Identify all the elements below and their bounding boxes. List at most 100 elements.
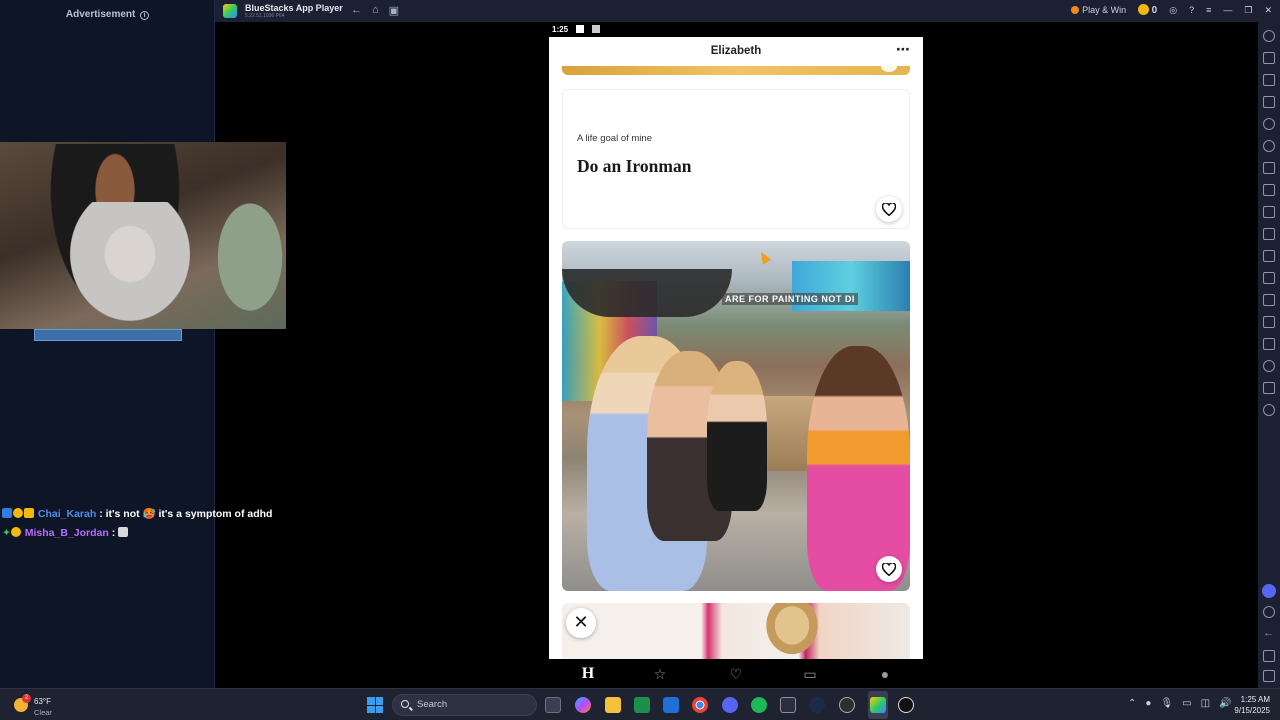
screenshot-icon[interactable] — [1263, 206, 1275, 218]
coin-counter[interactable]: 0 — [1138, 4, 1157, 16]
layers-icon[interactable] — [1263, 382, 1275, 394]
play-win-label: Play & Win — [1082, 5, 1127, 15]
bluestacks-titlebar: BlueStacks App Player 5.22.51.1036 P64 ←… — [215, 0, 1280, 22]
record-icon[interactable] — [1263, 228, 1275, 240]
screen: Advertisement i Chai_Karah : it's not 🥵 … — [0, 0, 1280, 720]
overlay-blue-bar — [34, 329, 182, 341]
android-status-bar: 1:25 — [549, 22, 923, 37]
start-button[interactable] — [367, 697, 383, 713]
media-player-icon[interactable] — [898, 697, 914, 713]
profile-photo-partial — [562, 60, 910, 75]
back-arrow-icon[interactable]: ← — [351, 4, 362, 17]
volume-icon[interactable] — [1263, 52, 1275, 64]
chat-message: Chai_Karah : it's not 🥵 it's a symptom o… — [2, 507, 292, 526]
chat-username: Misha_B_Jordan — [24, 527, 109, 539]
heart-icon — [882, 203, 896, 216]
xbox-icon[interactable] — [634, 697, 650, 713]
multi-instance-sidebar-icon[interactable] — [1263, 250, 1275, 262]
clock-time: 1:25 AM — [1240, 695, 1270, 704]
tray-app-icon[interactable]: ● — [1145, 698, 1151, 709]
photo-umbrella — [562, 269, 732, 317]
network-icon[interactable]: ◫ — [1201, 698, 1210, 709]
sync-icon[interactable] — [1263, 140, 1275, 152]
sidebar-expand-icon[interactable] — [1263, 30, 1275, 42]
like-photo-button[interactable] — [876, 556, 902, 582]
home-icon[interactable]: ⌂ — [372, 4, 379, 17]
play-win-button[interactable]: Play & Win — [1071, 5, 1126, 15]
app-version: 5.22.51.1036 P64 — [245, 13, 285, 19]
settings-gear-icon[interactable] — [1263, 606, 1275, 618]
minimize-icon[interactable]: — — [1223, 5, 1232, 15]
titlebar-nav: ← ⌂ ▣ — [351, 4, 399, 17]
chrome-icon[interactable] — [692, 697, 708, 713]
nav-messages-icon[interactable]: ▭ — [800, 665, 820, 683]
android-back-icon[interactable]: ← — [1263, 628, 1275, 640]
notification-icon — [576, 25, 585, 33]
folder-icon[interactable] — [1263, 272, 1275, 284]
taskbar-search[interactable]: Search — [392, 694, 537, 716]
tray-overflow-icon[interactable]: ⌃ — [1128, 698, 1136, 709]
store-icon[interactable] — [663, 697, 679, 713]
taskbar-clock[interactable]: 1:25 AM 9/15/2025 — [1228, 694, 1270, 716]
help-icon[interactable]: ? — [1189, 5, 1194, 15]
display-icon[interactable]: ▭ — [1182, 698, 1191, 709]
search-icon — [401, 700, 409, 708]
keymap-icon[interactable] — [1263, 74, 1275, 86]
account-icon[interactable]: ◎ — [1169, 5, 1177, 16]
bluestacks-sidebar: ← — [1258, 22, 1280, 688]
rotate-icon[interactable] — [1263, 118, 1275, 130]
discord-icon[interactable] — [1262, 584, 1276, 598]
android-home-icon[interactable] — [1263, 650, 1275, 662]
windows-logo-icon — [375, 697, 383, 705]
file-explorer-icon[interactable] — [605, 697, 621, 713]
android-screen: 1:25 Elizabeth ⋯ A life goal of mine Do … — [549, 22, 923, 688]
android-recents-icon[interactable] — [1263, 670, 1275, 682]
bluestacks-logo-icon — [223, 4, 237, 18]
apk-icon[interactable] — [1263, 184, 1275, 196]
nav-standouts-icon[interactable]: ☆ — [650, 665, 670, 683]
airplane-icon[interactable] — [1263, 294, 1275, 306]
like-prompt-button[interactable] — [876, 196, 902, 222]
discord-taskbar-icon[interactable] — [722, 697, 738, 713]
task-view-icon[interactable] — [545, 697, 561, 713]
microphone-icon[interactable]: 🎙 — [1160, 698, 1173, 709]
weather-temp: 63°F — [34, 697, 51, 706]
macro-icon[interactable] — [1263, 162, 1275, 174]
nav-home-icon[interactable]: H — [578, 665, 598, 683]
close-window-icon[interactable]: ✕ — [1264, 5, 1272, 16]
prompt-answer: Do an Ironman — [577, 156, 692, 176]
more-options-icon[interactable]: ⋯ — [896, 41, 911, 58]
nav-likes-icon[interactable]: ♡ — [726, 665, 746, 683]
advertisement-text: Advertisement — [65, 9, 136, 20]
weather-alert-badge: 2 — [22, 694, 31, 703]
gamepad-icon[interactable] — [1263, 96, 1275, 108]
photo-person — [762, 603, 822, 659]
bluestacks-taskbar-active[interactable] — [868, 691, 888, 719]
menu-icon[interactable]: ≡ — [1206, 5, 1211, 15]
restore-icon[interactable]: ❐ — [1244, 5, 1252, 16]
multi-instance-icon[interactable]: ▣ — [389, 4, 399, 17]
chat-text: : — [111, 527, 116, 539]
nav-profile-icon[interactable]: ● — [875, 665, 895, 683]
mouse-cursor-icon — [756, 249, 772, 265]
steam-icon[interactable] — [809, 697, 825, 713]
copy-icon[interactable] — [1263, 316, 1275, 328]
terminal-icon[interactable] — [780, 697, 796, 713]
erase-icon[interactable] — [1263, 338, 1275, 350]
clock-date: 9/15/2025 — [1234, 706, 1270, 715]
info-icon[interactable]: i — [140, 11, 150, 20]
like-photo-button[interactable] — [881, 60, 897, 72]
windows-taskbar: 2 63°F Clear Search ⌃ ● 🎙 ▭ ◫ 🔊 1:25 AM … — [0, 688, 1280, 720]
webcam-person — [205, 182, 286, 329]
obs-icon[interactable] — [839, 697, 855, 713]
location-icon[interactable] — [1263, 360, 1275, 372]
sparkle-badge-icon: ✦ — [2, 527, 11, 539]
webcam-person — [60, 202, 200, 329]
prompt-question: A life goal of mine — [577, 133, 652, 144]
eco-mode-icon[interactable] — [1263, 404, 1275, 416]
spotify-icon[interactable] — [751, 697, 767, 713]
profile-photo: ARE FOR PAINTING NOT DI — [562, 241, 910, 591]
play-win-icon — [1071, 6, 1080, 14]
skip-profile-button[interactable]: ✕ — [566, 608, 596, 638]
copilot-icon[interactable] — [575, 697, 591, 713]
